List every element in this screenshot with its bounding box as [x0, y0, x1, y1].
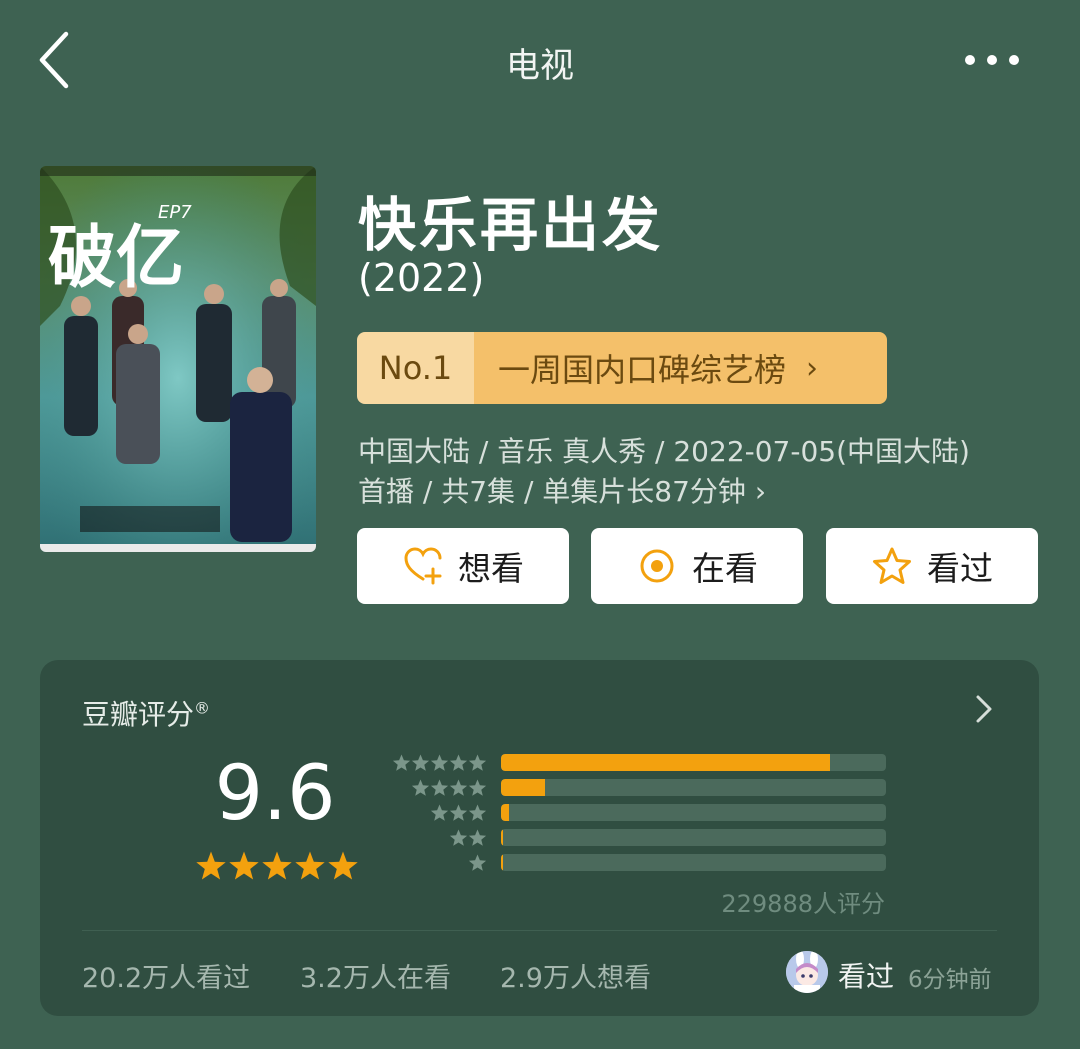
star-level-icon: [392, 754, 411, 771]
star-outline-icon: [873, 547, 911, 584]
score-star: [262, 851, 292, 880]
watched-button[interactable]: 看过: [826, 528, 1038, 604]
friend-avatar[interactable]: [786, 951, 828, 993]
star-level-icon: [468, 779, 487, 796]
star-level-label: [392, 754, 487, 771]
star-level-icon: [411, 754, 430, 771]
star-level-icon: [468, 854, 487, 871]
rating-bar-fill: [501, 754, 831, 771]
rank-label: 一周国内口碑综艺榜: [498, 351, 787, 389]
star-level-label: [411, 779, 487, 796]
card-divider: [82, 930, 997, 931]
rating-count: 229888人评分: [721, 890, 885, 918]
star-level-icon: [449, 829, 468, 846]
score-star: [295, 851, 325, 880]
want-count[interactable]: 2.9万人想看: [500, 956, 651, 995]
friend-action: 看过: [838, 960, 895, 993]
star-level-icon: [430, 754, 449, 771]
star-level-icon: [411, 779, 430, 796]
back-button[interactable]: [36, 30, 76, 90]
watching-label: 在看: [692, 549, 758, 588]
show-meta-line-1[interactable]: 中国大陆 / 音乐 真人秀 / 2022-07-05(中国大陆): [358, 430, 970, 470]
star-level-icon: [449, 754, 468, 771]
friend-action-time: 6分钟前: [908, 967, 992, 993]
score-star: [229, 851, 259, 880]
chevron-right-icon: [976, 695, 992, 723]
want-to-watch-label: 想看: [458, 549, 524, 588]
rating-bar-track: [501, 804, 886, 821]
star-level-icon: [468, 754, 487, 771]
star-level-icon: [430, 804, 449, 821]
watched-count[interactable]: 20.2万人看过: [82, 956, 250, 995]
rating-score: 9.6: [214, 748, 336, 837]
poster-image: 破亿 EP7: [40, 166, 316, 552]
score-star: [196, 851, 226, 880]
show-title: 快乐再出发: [358, 191, 664, 259]
watched-label: 看过: [927, 549, 993, 588]
star-level-icon: [449, 804, 468, 821]
watching-button[interactable]: 在看: [591, 528, 803, 604]
ranking-badge[interactable]: No.1 一周国内口碑综艺榜 ›: [357, 332, 887, 404]
rating-bar-track: [501, 829, 886, 846]
rating-bar-fill: [501, 779, 546, 796]
heart-plus-icon: [404, 547, 442, 585]
star-level-icon: [468, 829, 487, 846]
registered-mark: ®: [194, 698, 211, 718]
star-level-icon: [430, 779, 449, 796]
more-button[interactable]: [960, 48, 1024, 72]
rating-bar-fill: [501, 829, 503, 846]
star-level-icon: [468, 804, 487, 821]
page-title: 电视: [506, 46, 574, 86]
score-star: [328, 851, 358, 880]
star-level-label: [430, 804, 487, 821]
back-chevron-icon: [39, 31, 69, 89]
poster-episode-tag: EP7: [158, 202, 192, 223]
score-stars-icon: [196, 851, 358, 880]
rating-title-text: 豆瓣评分: [82, 698, 195, 731]
show-meta-line-2[interactable]: 首播 / 共7集 / 单集片长87分钟 ›: [358, 470, 766, 510]
more-dots-icon: [965, 55, 1019, 65]
rating-bar-fill: [501, 804, 509, 821]
star-level-label: [468, 854, 487, 871]
avatar-image: [786, 951, 828, 993]
rank-label-area: 一周国内口碑综艺榜 ›: [474, 332, 887, 404]
rank-number: No.1: [357, 332, 474, 404]
rating-bar-fill: [501, 854, 503, 871]
score-stars: [195, 848, 360, 884]
rating-bar-track: [501, 754, 886, 771]
chevron-right-icon: ›: [806, 350, 819, 386]
rating-bar-track: [501, 854, 886, 871]
want-to-watch-button[interactable]: 想看: [357, 528, 569, 604]
show-year: (2022): [358, 256, 485, 300]
rating-bar-track: [501, 779, 886, 796]
star-level-icon: [449, 779, 468, 796]
poster-title-art: 破亿: [48, 219, 184, 298]
rating-card-title: 豆瓣评分®: [82, 693, 210, 733]
star-level-label: [449, 829, 487, 846]
circle-dot-icon: [640, 549, 674, 583]
rating-detail-button[interactable]: [970, 692, 996, 726]
watching-count[interactable]: 3.2万人在看: [300, 956, 451, 995]
show-poster[interactable]: 破亿 EP7: [40, 166, 316, 552]
